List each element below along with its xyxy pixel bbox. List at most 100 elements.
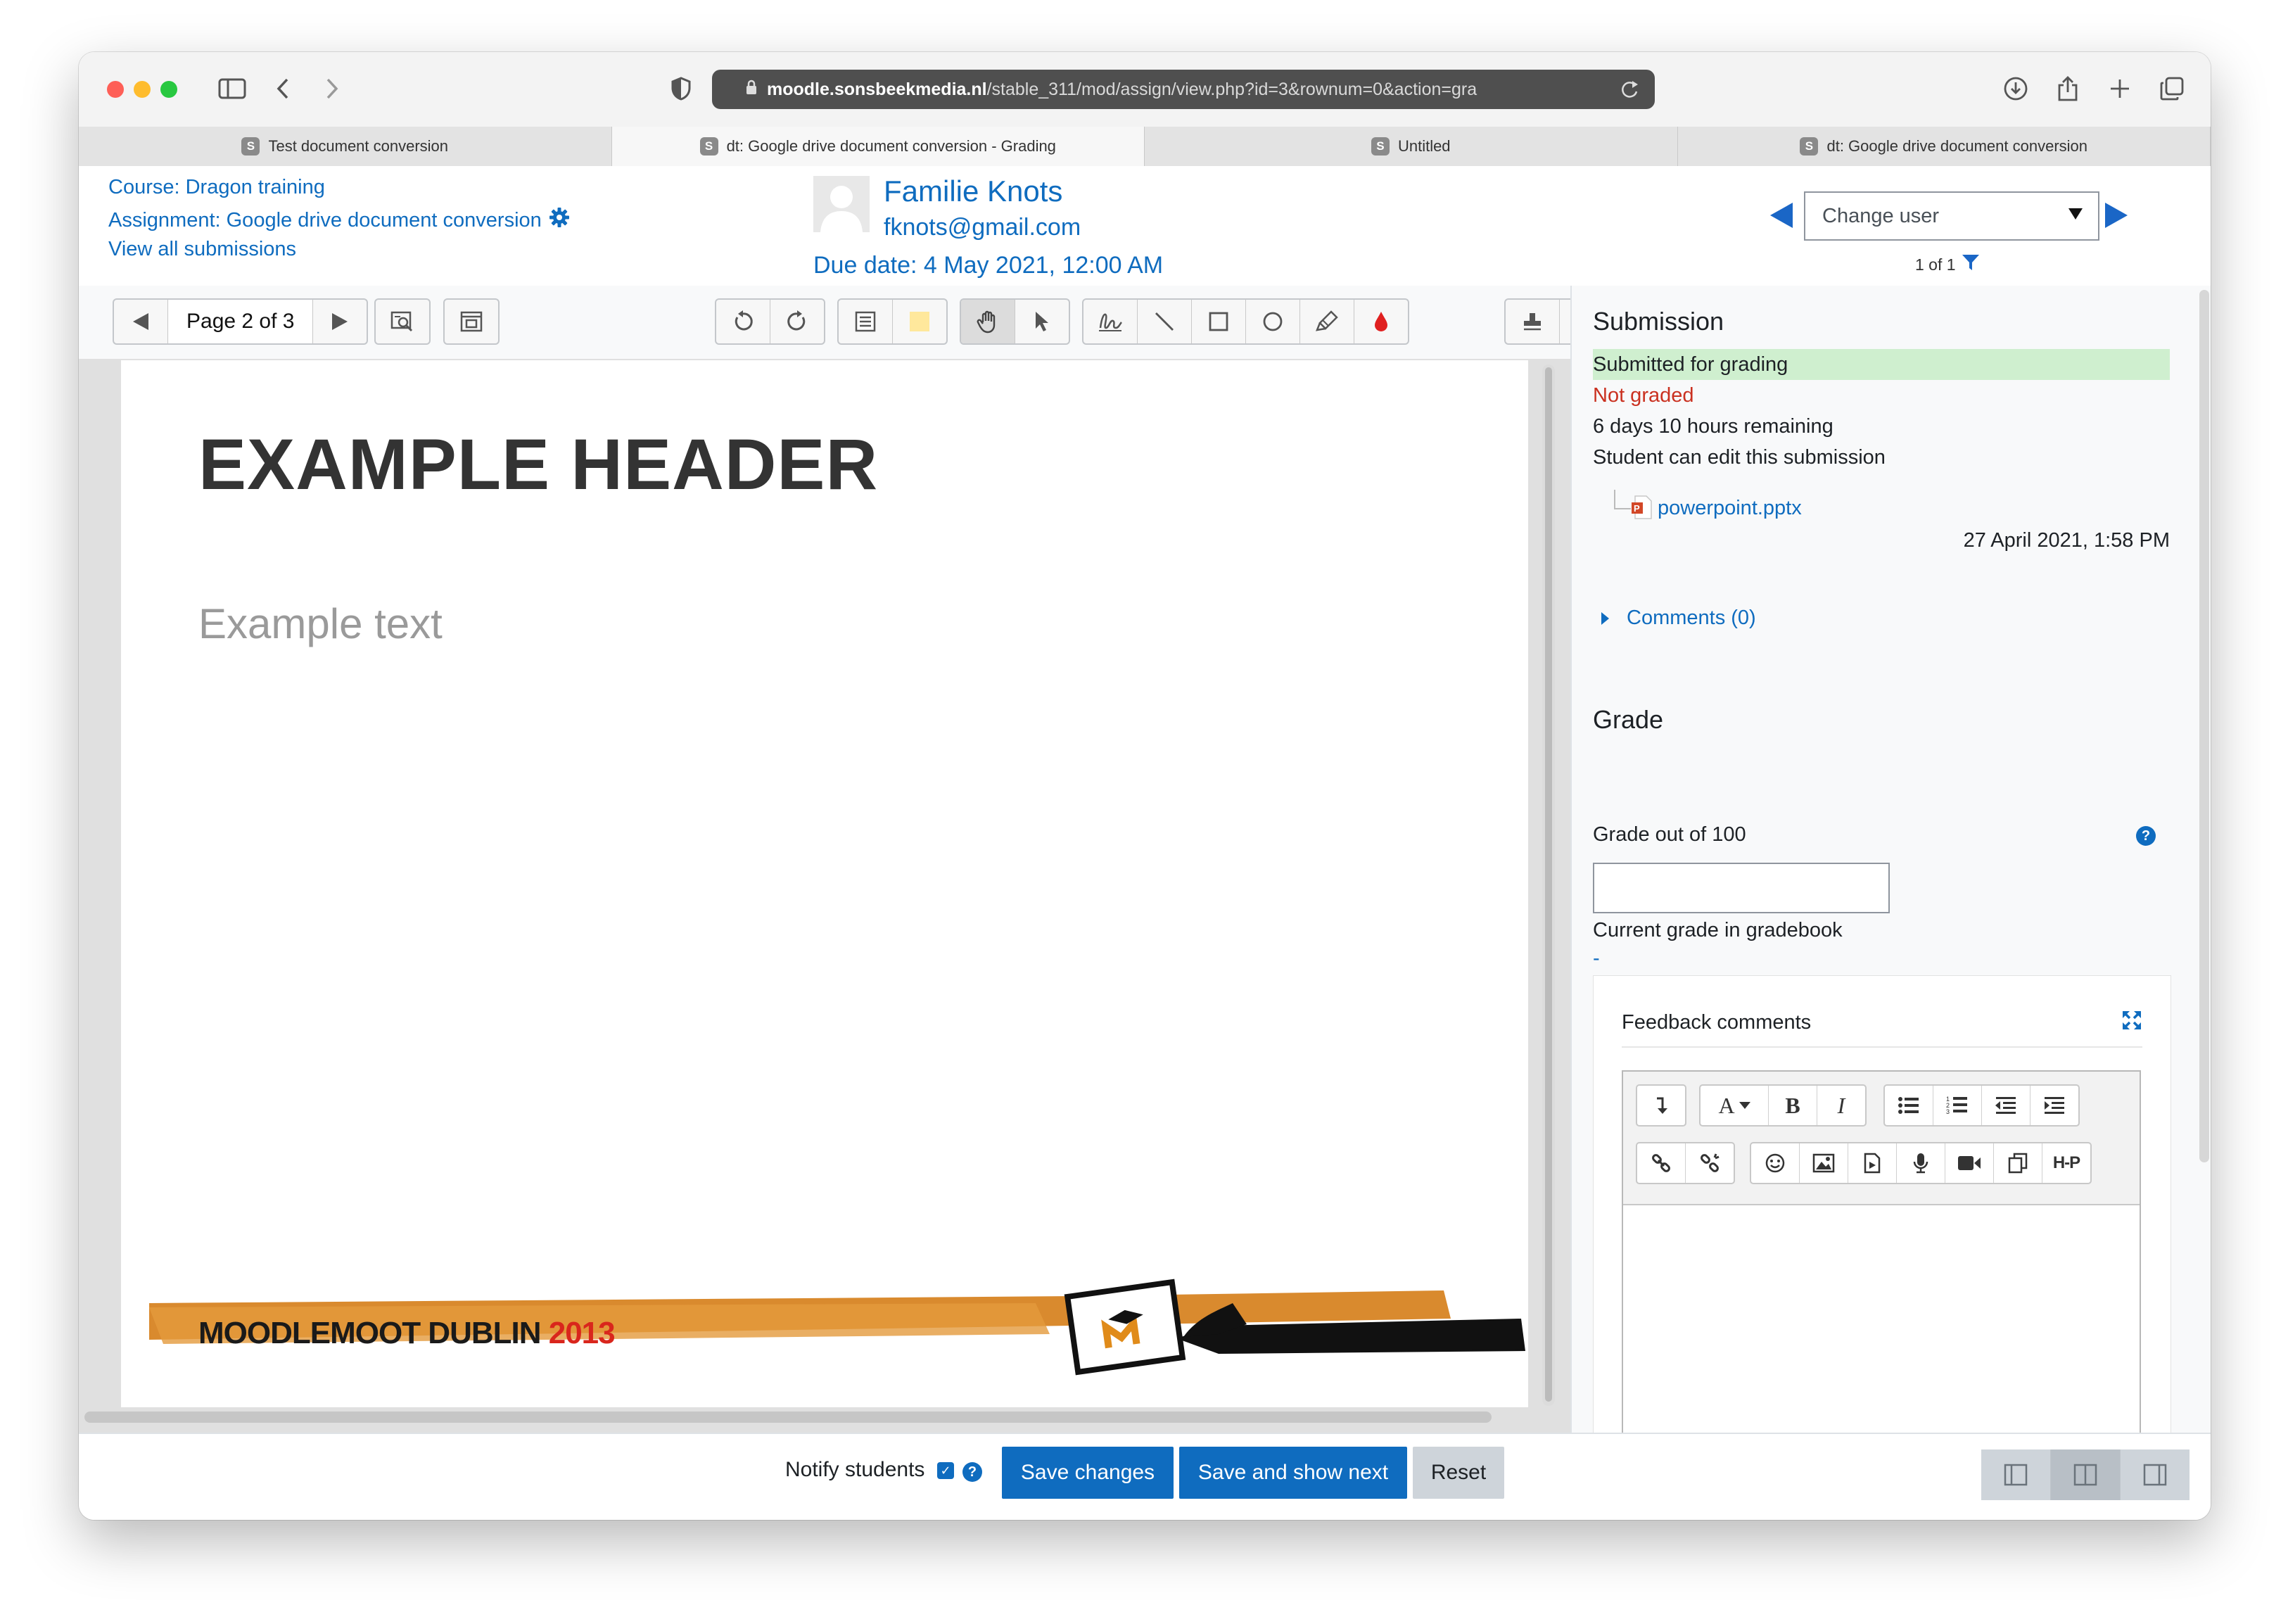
annotation-color-button[interactable] [1354,300,1408,343]
grade-input[interactable] [1593,863,1890,913]
assignment-link[interactable]: Assignment: Google drive document conver… [108,209,542,232]
stamp-tool-button[interactable] [1506,300,1560,343]
grade-help-icon[interactable]: ? [2136,826,2156,846]
new-tab-icon[interactable] [2102,70,2137,107]
close-window-button[interactable] [107,81,124,98]
previous-page-button[interactable] [114,300,168,343]
due-date: Due date: 4 May 2021, 12:00 AM [813,252,1164,279]
share-icon[interactable] [2050,70,2085,107]
comment-color-button[interactable] [893,300,946,343]
back-icon[interactable] [269,70,297,107]
rotate-right-button[interactable] [770,300,824,343]
insert-image-button[interactable] [1800,1143,1848,1183]
link-button[interactable] [1637,1143,1686,1183]
show-more-buttons-button[interactable] [1637,1086,1685,1125]
zoom-window-button[interactable] [160,81,177,98]
user-email-link[interactable]: fknots@gmail.com [884,214,1081,241]
highlight-tool-button[interactable] [1300,300,1354,343]
record-video-button[interactable] [1945,1143,1994,1183]
gradebook-label: Current grade in gradebook [1593,919,1843,941]
select-tool-button[interactable] [1015,300,1069,343]
save-changes-button[interactable]: Save changes [1002,1447,1174,1499]
fullscreen-expand-icon[interactable] [2121,1010,2142,1034]
search-comments-button[interactable] [376,300,429,343]
emoji-button[interactable] [1751,1143,1800,1183]
default-layout-icon[interactable] [2051,1449,2121,1500]
line-tool-button[interactable] [1138,300,1192,343]
submission-file-link[interactable]: powerpoint.pptx [1658,497,1802,520]
address-bar[interactable]: moodle.sonsbeekmedia.nl/stable_311/mod/a… [712,70,1655,109]
collapse-review-panel-icon[interactable] [2121,1449,2190,1500]
editor-collapse-group [1636,1084,1686,1127]
previous-user-icon[interactable] [1770,203,1793,228]
filter-icon[interactable] [1962,253,1980,276]
record-audio-button[interactable] [1897,1143,1945,1183]
tab-test-document-conversion[interactable]: S Test document conversion [79,127,612,166]
privacy-shield-icon[interactable] [667,70,695,107]
tab-label: Test document conversion [268,137,449,155]
comments-link[interactable]: Comments (0) [1627,607,1756,630]
ordered-list-button[interactable]: 123 [1933,1086,1982,1125]
collapse-grade-panel-icon[interactable] [1981,1449,2051,1500]
user-avatar[interactable] [813,176,870,232]
feedback-editor: A B I 123 H-P [1622,1070,2141,1433]
unlink-button[interactable] [1686,1143,1734,1183]
unordered-list-button[interactable] [1885,1086,1933,1125]
reset-button[interactable]: Reset [1413,1447,1504,1499]
outdent-button[interactable] [1982,1086,2030,1125]
h5p-button[interactable]: H-P [2042,1143,2090,1183]
editor-toolbar: A B I 123 H-P [1623,1072,2140,1205]
tab-overview-icon[interactable] [2154,70,2190,107]
feedback-textarea[interactable] [1623,1205,2140,1433]
site-favicon-icon: S [241,137,260,156]
editor-text-style-group: A B I [1699,1084,1867,1127]
document-horizontal-scrollbar[interactable] [84,1412,1492,1423]
downloads-icon[interactable] [1998,70,2033,107]
document-viewer[interactable]: EXAMPLE HEADER Example text MOODLEMOOT D… [79,359,1570,1433]
notify-students-checkbox[interactable]: ✓ [937,1462,954,1479]
drawing-tools-group [1082,298,1409,345]
bold-button[interactable]: B [1769,1086,1817,1125]
tab-untitled[interactable]: S Untitled [1145,127,1678,166]
manage-files-button[interactable] [1994,1143,2042,1183]
url-path: /stable_311/mod/assign/view.php?id=3&row… [986,79,1477,99]
time-remaining: 6 days 10 hours remaining [1593,415,1833,438]
tab-document-conversion[interactable]: S dt: Google drive document conversion [1677,127,2211,166]
reload-icon[interactable] [1620,79,1639,105]
grade-panel-scrollbar[interactable] [2199,290,2209,1162]
paragraph-style-button[interactable]: A [1701,1086,1769,1125]
comment-tool-button[interactable] [839,300,893,343]
document-vertical-scroll-thumb[interactable] [1545,367,1552,1402]
editor-list-group: 123 [1883,1084,2080,1127]
document-page[interactable]: EXAMPLE HEADER Example text MOODLEMOOT D… [121,360,1528,1407]
change-user-select[interactable]: Change user [1804,191,2099,241]
sidebar-toggle-icon[interactable] [214,70,250,107]
user-name-link[interactable]: Familie Knots [884,175,1062,208]
insert-media-button[interactable] [1848,1143,1897,1183]
forward-icon[interactable] [318,70,346,107]
rotate-left-button[interactable] [716,300,770,343]
tab-grading[interactable]: S dt: Google drive document conversion -… [611,127,1145,166]
next-user-icon[interactable] [2105,203,2128,228]
pan-tool-button[interactable] [961,300,1015,343]
selection-tools-group [960,298,1070,345]
search-comments-group [374,298,431,345]
url-host: moodle.sonsbeekmedia.nl [767,79,987,99]
course-link[interactable]: Course: Dragon training [108,176,325,199]
notify-help-icon[interactable]: ? [962,1462,982,1482]
rectangle-tool-button[interactable] [1192,300,1246,343]
minimize-window-button[interactable] [134,81,151,98]
oval-tool-button[interactable] [1246,300,1300,343]
view-all-submissions-link[interactable]: View all submissions [108,238,296,261]
grading-status: Not graded [1593,384,1694,407]
gear-icon[interactable] [549,207,570,234]
page-select[interactable]: Page 2 of 3 [168,300,314,343]
next-page-button[interactable] [313,300,367,343]
expand-view-button[interactable] [445,300,498,343]
document-text: Example text [198,600,443,647]
comments-expand-icon[interactable] [1601,612,1609,625]
indent-button[interactable] [2030,1086,2078,1125]
italic-button[interactable]: I [1817,1086,1865,1125]
pen-tool-button[interactable] [1083,300,1138,343]
save-and-show-next-button[interactable]: Save and show next [1179,1447,1407,1499]
